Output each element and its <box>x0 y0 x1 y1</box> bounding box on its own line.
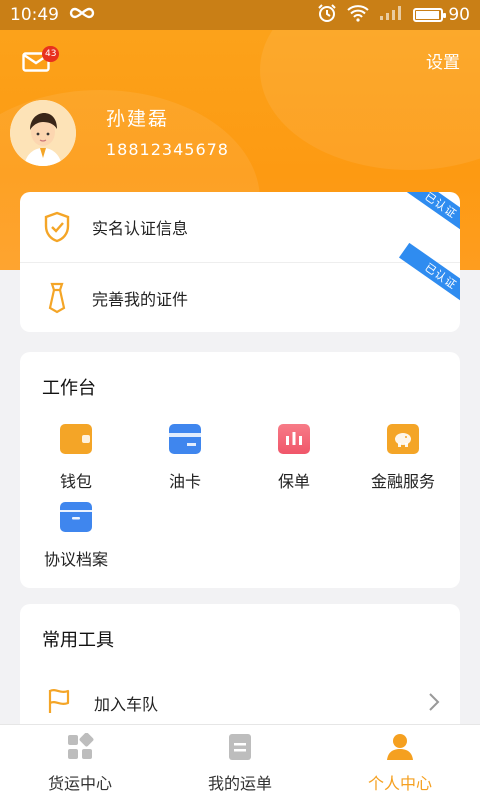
tie-icon <box>40 281 74 315</box>
workbench-label: 金融服务 <box>370 472 435 491</box>
verified-ribbon: 已认证 <box>398 192 460 239</box>
signal-icon <box>379 5 403 26</box>
workbench-title: 工作台 <box>42 378 96 399</box>
chevron-right-icon <box>428 692 440 716</box>
tab-label: 我的运单 <box>207 773 272 793</box>
policy-icon <box>278 424 310 454</box>
tools-title: 常用工具 <box>42 630 114 651</box>
status-bar: 10:49 90 <box>0 0 480 30</box>
grid-icon <box>65 732 95 762</box>
document-icon <box>225 732 255 762</box>
tool-row-join-fleet[interactable]: 加入车队 <box>20 678 460 728</box>
battery-icon <box>413 8 447 22</box>
infinity-icon <box>69 5 95 25</box>
status-left: 10:49 <box>10 5 95 25</box>
tool-label: 加入车队 <box>94 695 159 714</box>
tab-personal-center[interactable]: 个人中心 <box>320 725 480 800</box>
workbench-item-policy[interactable]: 保单 <box>239 424 349 492</box>
tab-label: 个人中心 <box>367 773 432 793</box>
workbench-item-wallet[interactable]: 钱包 <box>21 424 131 492</box>
battery-level: 90 <box>448 5 470 25</box>
status-right: 90 <box>317 3 470 28</box>
tab-label: 货运中心 <box>47 773 112 793</box>
workbench-label: 协议档案 <box>43 550 108 569</box>
alarm-icon <box>317 3 337 28</box>
bottom-nav: 货运中心 我的运单 个人中心 <box>0 724 480 800</box>
battery-indicator: 90 <box>413 5 470 25</box>
wifi-icon <box>347 4 370 27</box>
verification-label: 实名认证信息 <box>92 219 189 238</box>
status-time: 10:49 <box>10 5 59 25</box>
user-name: 孙建磊 <box>106 108 170 130</box>
card-icon <box>169 424 201 454</box>
workbench-card: 工作台 钱包 油卡 保单 金融服务 协议档案 <box>20 352 460 588</box>
verification-card: 实名认证信息 已认证 完善我的证件 已认证 <box>20 192 460 332</box>
workbench-item-archive[interactable]: 协议档案 <box>21 502 131 570</box>
archive-box-icon <box>60 502 92 532</box>
workbench-item-fuel-card[interactable]: 油卡 <box>130 424 240 492</box>
person-icon <box>385 732 415 762</box>
piggy-bank-icon <box>387 424 419 454</box>
verification-row-documents[interactable]: 完善我的证件 已认证 <box>20 242 460 332</box>
verification-label: 完善我的证件 <box>92 289 189 309</box>
tools-card: 常用工具 加入车队 <box>20 604 460 734</box>
verification-row-identity[interactable]: 实名认证信息 已认证 <box>20 192 460 262</box>
user-phone: 18812345678 <box>106 140 229 159</box>
tab-freight-center[interactable]: 货运中心 <box>0 725 160 800</box>
workbench-label: 油卡 <box>168 472 201 491</box>
workbench-item-finance[interactable]: 金融服务 <box>348 424 458 492</box>
tab-my-waybills[interactable]: 我的运单 <box>160 725 320 800</box>
workbench-label: 钱包 <box>59 472 92 491</box>
avatar[interactable] <box>10 100 76 166</box>
flag-icon <box>46 687 72 719</box>
shield-check-icon <box>40 210 74 244</box>
settings-link[interactable]: 设置 <box>426 48 460 73</box>
workbench-label: 保单 <box>277 472 310 491</box>
wallet-icon <box>60 424 92 454</box>
mail-badge: 43 <box>42 46 60 62</box>
